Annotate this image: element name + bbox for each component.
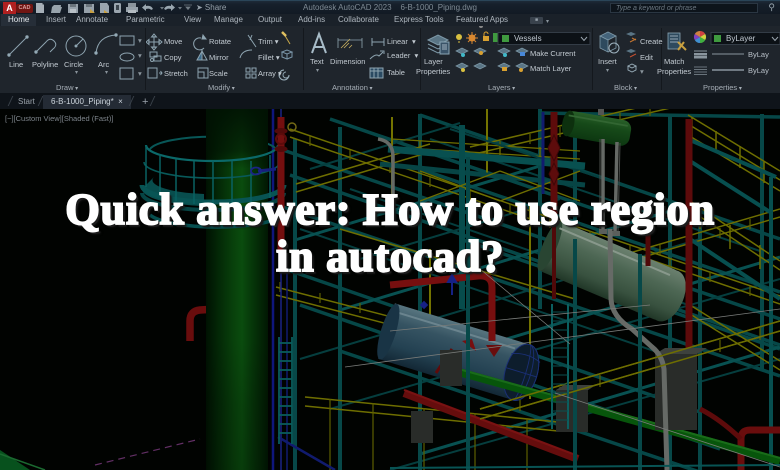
svg-text:ByLay: ByLay — [748, 66, 769, 75]
svg-text:Vessels: Vessels — [514, 34, 542, 43]
svg-text:ByLayer: ByLayer — [726, 34, 756, 43]
svg-text:ByLay: ByLay — [748, 50, 769, 59]
